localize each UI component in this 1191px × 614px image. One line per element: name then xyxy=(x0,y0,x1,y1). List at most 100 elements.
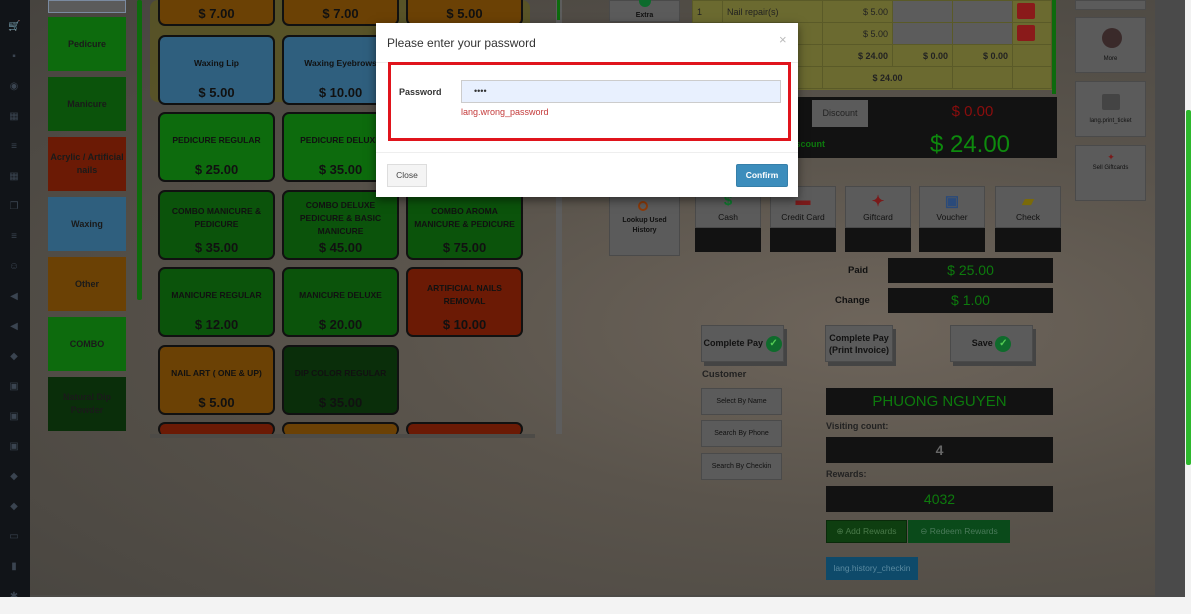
service-name xyxy=(412,0,517,2)
after-discount-value: $ 24.00 xyxy=(929,131,1011,158)
service-item[interactable]: DIP COLOR REGULAR $ 35.00 xyxy=(282,345,399,415)
extra-button[interactable]: Extra xyxy=(609,0,680,22)
category-item[interactable]: Other xyxy=(48,257,126,311)
payment-voucher-button[interactable]: ▣ Voucher xyxy=(919,186,985,228)
category-item[interactable]: Natural Dip Powder xyxy=(48,377,126,431)
history-checkin-button[interactable]: lang.history_checkin xyxy=(826,557,918,580)
category-scrollbar[interactable] xyxy=(137,0,142,300)
service-name: Waxing Lip xyxy=(193,57,239,68)
category-item[interactable]: Pedicure xyxy=(48,17,126,71)
right-button-partial[interactable] xyxy=(1075,0,1146,10)
money-icon[interactable]: ▭ xyxy=(8,532,20,542)
sell-giftcards-button[interactable]: ✦ Sell Giftcards xyxy=(1075,145,1146,201)
service-scrollbar-thumb[interactable] xyxy=(557,0,560,20)
service-item[interactable]: MANICURE REGULAR $ 12.00 xyxy=(158,267,275,337)
service-price: $ 25.00 xyxy=(194,162,239,177)
ticket-icon[interactable]: ◆ xyxy=(8,502,20,512)
ticket-icon[interactable]: ◆ xyxy=(8,472,20,482)
briefcase-icon[interactable]: ▪ xyxy=(8,52,20,62)
copy-icon[interactable]: ❐ xyxy=(8,202,20,212)
payment-amount-input[interactable] xyxy=(995,228,1061,252)
service-item[interactable]: COMBO AROMA MANICURE & PEDICURE $ 75.00 xyxy=(406,190,523,260)
delete-icon[interactable] xyxy=(1017,2,1035,19)
calendar-icon[interactable]: ▦ xyxy=(8,172,20,182)
payment-check-button[interactable]: ▰ Check xyxy=(995,186,1061,228)
complete-pay-print-button[interactable]: Complete Pay (Print Invoice) xyxy=(825,325,893,362)
bullhorn-icon[interactable]: ◀ xyxy=(8,322,20,332)
service-item[interactable]: MANICURE DELUXE $ 20.00 xyxy=(282,267,399,337)
redeem-rewards-button[interactable]: ⊖ Redeem Rewards xyxy=(908,520,1010,543)
service-price: $ 5.00 xyxy=(198,395,235,410)
lookup-history-button[interactable]: Lookup Used History xyxy=(609,190,680,256)
search-by-phone-button[interactable]: Search By Phone xyxy=(701,420,782,447)
service-item[interactable]: $ 7.00 xyxy=(158,0,275,26)
discount-button[interactable]: Discount xyxy=(812,100,868,127)
gift-icon[interactable]: ▣ xyxy=(8,442,20,452)
check-icon: ✓ xyxy=(995,335,1012,352)
ticket-scrollbar[interactable] xyxy=(1052,0,1056,94)
more-button[interactable]: More xyxy=(1075,17,1146,73)
service-name xyxy=(288,0,393,2)
plus-icon xyxy=(639,0,651,7)
list-icon[interactable]: ≡ xyxy=(8,232,20,242)
discount-input[interactable] xyxy=(952,0,1013,23)
password-input[interactable]: •••• xyxy=(461,80,781,103)
tag-icon[interactable]: ◆ xyxy=(8,352,20,362)
subtotal: $ 24.00 xyxy=(822,44,893,67)
bullhorn-icon[interactable]: ◀ xyxy=(8,292,20,302)
search-by-checkin-button[interactable]: Search By Checkin xyxy=(701,453,782,480)
tip-input[interactable] xyxy=(892,22,953,45)
service-price: $ 7.00 xyxy=(198,6,235,21)
gift-icon[interactable]: ▣ xyxy=(8,382,20,392)
service-item[interactable]: NAIL ART ( ONE & UP) $ 5.00 xyxy=(158,345,275,415)
service-price: $ 5.00 xyxy=(446,6,483,21)
table-row[interactable]: 1 Nail repair(s) $ 5.00 xyxy=(692,0,1052,23)
add-rewards-button[interactable]: ⊕ Add Rewards xyxy=(826,520,907,543)
change-value: $ 1.00 xyxy=(888,288,1053,313)
category-item[interactable]: Acrylic / Artificial nails xyxy=(48,137,126,191)
gift-icon: ✦ xyxy=(1107,152,1115,162)
customer-name: PHUONG NGUYEN xyxy=(826,388,1053,415)
paid-value[interactable]: $ 25.00 xyxy=(888,258,1053,283)
service-price: $ 10.00 xyxy=(442,317,487,332)
payment-label: Giftcard xyxy=(863,212,893,222)
category-item-partial[interactable] xyxy=(48,0,126,13)
rewards-value: 4032 xyxy=(826,486,1053,512)
cart-icon[interactable]: 🛒 xyxy=(8,22,20,32)
service-name: PEDICURE REGULAR xyxy=(172,134,261,145)
calendar-icon[interactable]: ▦ xyxy=(8,112,20,122)
service-item[interactable]: COMBO MANICURE & PEDICURE $ 35.00 xyxy=(158,190,275,260)
payment-giftcard-button[interactable]: ✦ Giftcard xyxy=(845,186,911,228)
save-button[interactable]: Save ✓ xyxy=(950,325,1033,362)
page-scrollbar-thumb[interactable] xyxy=(1186,110,1191,465)
service-item[interactable]: PEDICURE REGULAR $ 25.00 xyxy=(158,112,275,182)
category-item[interactable]: Manicure xyxy=(48,77,126,131)
smile-icon[interactable]: ☺ xyxy=(8,262,20,272)
category-item[interactable]: COMBO xyxy=(48,317,126,371)
list-icon[interactable]: ≡ xyxy=(8,142,20,152)
service-item[interactable]: COMBO DELUXE PEDICURE & BASIC MANICURE $ … xyxy=(282,190,399,260)
delete-icon[interactable] xyxy=(1017,24,1035,41)
payment-amount-input[interactable] xyxy=(695,228,761,252)
payment-amount-input[interactable] xyxy=(919,228,985,252)
close-icon[interactable]: × xyxy=(779,32,787,47)
complete-pay-button[interactable]: Complete Pay ✓ xyxy=(701,325,784,362)
payment-amount-input[interactable] xyxy=(845,228,911,252)
select-by-name-button[interactable]: Select By Name xyxy=(701,388,782,415)
tip-input[interactable] xyxy=(892,0,953,23)
total-value: $ 24.00 xyxy=(822,66,953,89)
payment-amount-input[interactable] xyxy=(770,228,836,252)
eye-icon[interactable]: ◉ xyxy=(8,82,20,92)
grid-bottom xyxy=(150,434,535,438)
bookmark-icon[interactable]: ▮ xyxy=(8,562,20,572)
print-ticket-label: lang.print_ticket xyxy=(1089,118,1132,124)
qty: 1 xyxy=(692,0,723,23)
print-ticket-button[interactable]: lang.print_ticket xyxy=(1075,81,1146,137)
confirm-button[interactable]: Confirm xyxy=(736,164,788,187)
category-item[interactable]: Waxing xyxy=(48,197,126,251)
service-item[interactable]: Waxing Lip $ 5.00 xyxy=(158,35,275,105)
gift-icon[interactable]: ▣ xyxy=(8,412,20,422)
service-item[interactable]: ARTIFICIAL NAILS REMOVAL $ 10.00 xyxy=(406,267,523,337)
discount-input[interactable] xyxy=(952,22,1013,45)
close-button[interactable]: Close xyxy=(387,164,427,187)
